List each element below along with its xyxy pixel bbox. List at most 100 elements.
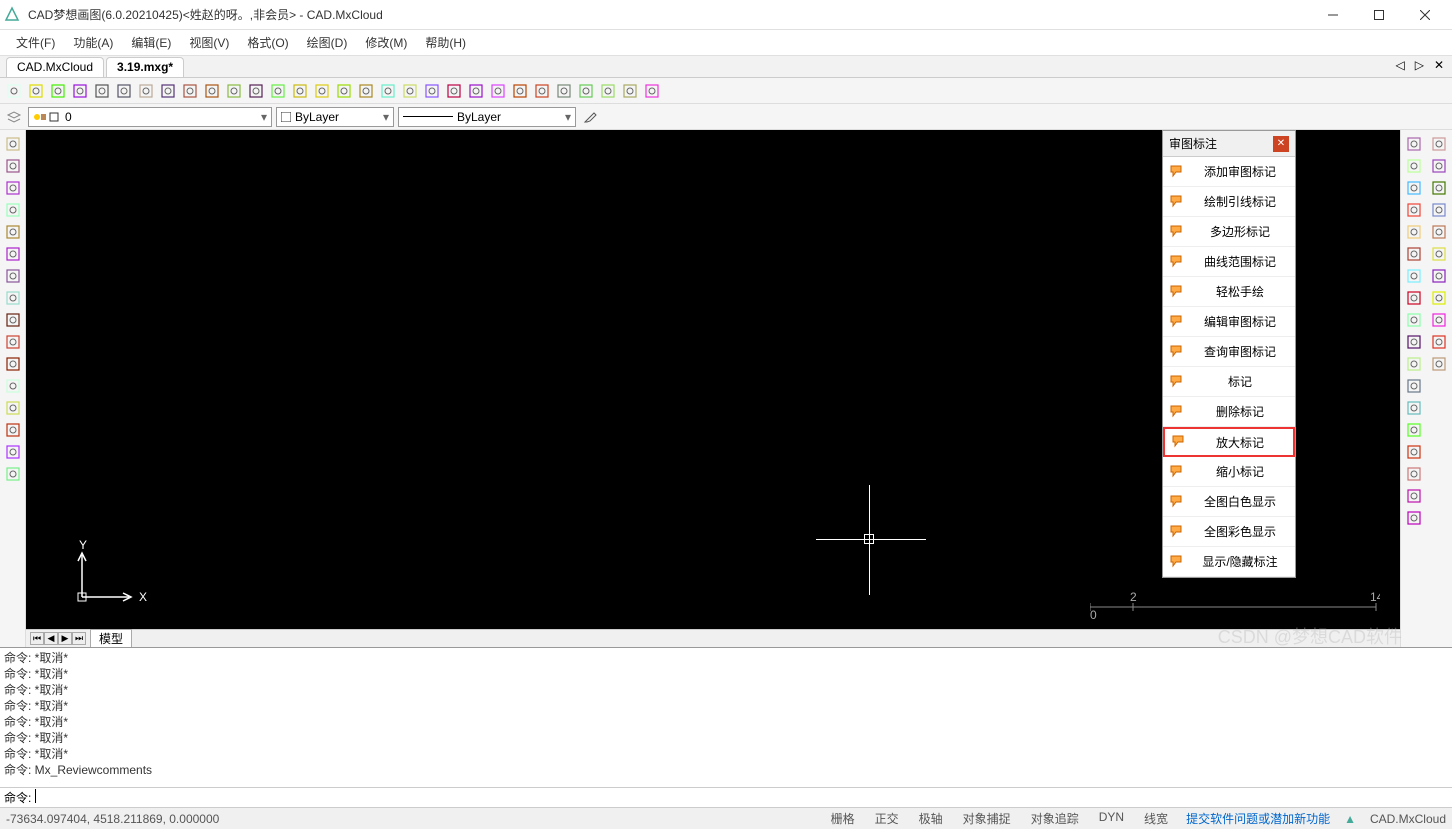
close-button[interactable] bbox=[1402, 0, 1448, 30]
globe-icon[interactable] bbox=[576, 81, 596, 101]
chamfer-icon[interactable] bbox=[1404, 332, 1424, 352]
status-toggle-4[interactable]: 对象追踪 bbox=[1027, 808, 1083, 829]
review-item-zoom-big[interactable]: 放大标记 bbox=[1163, 427, 1295, 457]
brush-icon[interactable] bbox=[580, 107, 600, 127]
open-icon[interactable] bbox=[26, 81, 46, 101]
copy-icon[interactable] bbox=[1404, 156, 1424, 176]
zoom-icon[interactable] bbox=[136, 81, 156, 101]
layers-icon[interactable] bbox=[378, 81, 398, 101]
review-item-leader[interactable]: 绘制引线标记 bbox=[1163, 187, 1295, 217]
review-item-eye[interactable]: 显示/隐藏标注 bbox=[1163, 547, 1295, 577]
text-icon[interactable] bbox=[3, 398, 23, 418]
zoom-out-icon[interactable] bbox=[180, 81, 200, 101]
line-r-icon[interactable] bbox=[1429, 134, 1449, 154]
marker-icon[interactable] bbox=[400, 81, 420, 101]
move-r-icon[interactable] bbox=[1429, 244, 1449, 264]
match-icon[interactable] bbox=[1429, 354, 1449, 374]
review-item-zoom-small[interactable]: 缩小标记 bbox=[1163, 457, 1295, 487]
pan-icon[interactable] bbox=[202, 81, 222, 101]
table-icon[interactable] bbox=[466, 81, 486, 101]
revolve-icon[interactable] bbox=[3, 310, 23, 330]
replace-icon[interactable] bbox=[444, 81, 464, 101]
rect-r-icon[interactable] bbox=[1429, 156, 1449, 176]
search-icon[interactable] bbox=[598, 81, 618, 101]
linetype-dropdown[interactable]: ByLayer ▾ bbox=[398, 107, 576, 127]
offset-icon[interactable] bbox=[1404, 464, 1424, 484]
draw-icon[interactable] bbox=[334, 81, 354, 101]
array-icon[interactable] bbox=[1404, 178, 1424, 198]
review-item-flag-add[interactable]: 添加审图标记 bbox=[1163, 157, 1295, 187]
save-icon[interactable] bbox=[70, 81, 90, 101]
drawing-canvas[interactable]: Y X 2 14 0 bbox=[26, 130, 1400, 629]
review-item-full-color[interactable]: 全图彩色显示 bbox=[1163, 517, 1295, 547]
menu-6[interactable]: 修改(M) bbox=[357, 30, 415, 55]
grid-icon[interactable] bbox=[3, 464, 23, 484]
model-tab[interactable]: 模型 bbox=[90, 629, 132, 647]
status-toggle-5[interactable]: DYN bbox=[1095, 808, 1128, 829]
circle-center-icon[interactable] bbox=[3, 244, 23, 264]
fillet-icon[interactable] bbox=[1404, 354, 1424, 374]
ellipse-icon[interactable] bbox=[3, 288, 23, 308]
copy-r-icon[interactable] bbox=[1429, 178, 1449, 198]
zoom-in-icon[interactable] bbox=[158, 81, 178, 101]
paste-icon[interactable] bbox=[422, 81, 442, 101]
command-input[interactable] bbox=[35, 789, 1448, 806]
brush-icon[interactable] bbox=[356, 81, 376, 101]
rotate-r-icon[interactable] bbox=[1429, 200, 1449, 220]
settings-icon[interactable] bbox=[642, 81, 662, 101]
status-toggle-0[interactable]: 栅格 bbox=[827, 808, 859, 829]
move-target-icon[interactable] bbox=[312, 81, 332, 101]
dim-style-icon[interactable] bbox=[1404, 288, 1424, 308]
layout-first-icon[interactable]: ⏮ bbox=[30, 632, 44, 645]
layout-next-icon[interactable]: ▶ bbox=[58, 632, 72, 645]
menu-1[interactable]: 功能(A) bbox=[65, 30, 121, 55]
undo-icon[interactable] bbox=[510, 81, 530, 101]
zoom-win-icon[interactable] bbox=[268, 81, 288, 101]
menu-4[interactable]: 格式(O) bbox=[239, 30, 296, 55]
mirror-icon[interactable] bbox=[1404, 200, 1424, 220]
rectangle-icon[interactable] bbox=[3, 200, 23, 220]
cloud-icon[interactable] bbox=[554, 81, 574, 101]
status-toggle-6[interactable]: 线宽 bbox=[1140, 808, 1172, 829]
menu-5[interactable]: 绘图(D) bbox=[299, 30, 356, 55]
extend-r-icon[interactable] bbox=[1404, 398, 1424, 418]
measure-icon[interactable] bbox=[224, 81, 244, 101]
maximize-button[interactable] bbox=[1356, 0, 1402, 30]
menu-0[interactable]: 文件(F) bbox=[8, 30, 63, 55]
polygon-icon[interactable] bbox=[3, 178, 23, 198]
select-icon[interactable] bbox=[48, 81, 68, 101]
preview-icon[interactable] bbox=[114, 81, 134, 101]
review-item-pin[interactable]: 标记 bbox=[1163, 367, 1295, 397]
layout-last-icon[interactable]: ⏭ bbox=[72, 632, 86, 645]
feedback-link[interactable]: 提交软件问题或潜加新功能 bbox=[1186, 810, 1330, 827]
tab-nav-left-icon[interactable]: ◁ bbox=[1391, 58, 1408, 72]
trim-icon[interactable] bbox=[1404, 376, 1424, 396]
filter-icon[interactable] bbox=[1429, 288, 1449, 308]
layout-prev-icon[interactable]: ◀ bbox=[44, 632, 58, 645]
image-icon[interactable] bbox=[488, 81, 508, 101]
ungroup-icon[interactable] bbox=[1429, 332, 1449, 352]
saveas-icon[interactable] bbox=[92, 81, 112, 101]
tab-close-icon[interactable]: ✕ bbox=[1430, 58, 1448, 72]
menu-3[interactable]: 视图(V) bbox=[181, 30, 237, 55]
doc-tab-0[interactable]: CAD.MxCloud bbox=[6, 57, 104, 77]
vtext-icon[interactable] bbox=[3, 442, 23, 462]
new-icon[interactable] bbox=[4, 81, 24, 101]
menu-2[interactable]: 编辑(E) bbox=[123, 30, 179, 55]
group-icon[interactable] bbox=[1429, 310, 1449, 330]
zoom-prev-icon[interactable] bbox=[290, 81, 310, 101]
review-panel-close-button[interactable]: ✕ bbox=[1273, 136, 1289, 152]
tab-nav-right-icon[interactable]: ▷ bbox=[1411, 58, 1428, 72]
menu-7[interactable]: 帮助(H) bbox=[417, 30, 474, 55]
review-item-freehand[interactable]: 轻松手绘 bbox=[1163, 277, 1295, 307]
review-item-full-mono[interactable]: 全图白色显示 bbox=[1163, 487, 1295, 517]
ruler-icon[interactable] bbox=[1404, 134, 1424, 154]
spline-icon[interactable] bbox=[3, 266, 23, 286]
doc-tab-1[interactable]: 3.19.mxg* bbox=[106, 57, 184, 77]
layer-dropdown[interactable]: 0 ▾ bbox=[28, 107, 272, 127]
arc-icon[interactable] bbox=[3, 156, 23, 176]
status-toggle-3[interactable]: 对象捕捉 bbox=[959, 808, 1015, 829]
scale-icon[interactable] bbox=[1404, 486, 1424, 506]
spline-tool-icon[interactable] bbox=[1404, 310, 1424, 330]
review-item-query-mark[interactable]: 查询审图标记 bbox=[1163, 337, 1295, 367]
